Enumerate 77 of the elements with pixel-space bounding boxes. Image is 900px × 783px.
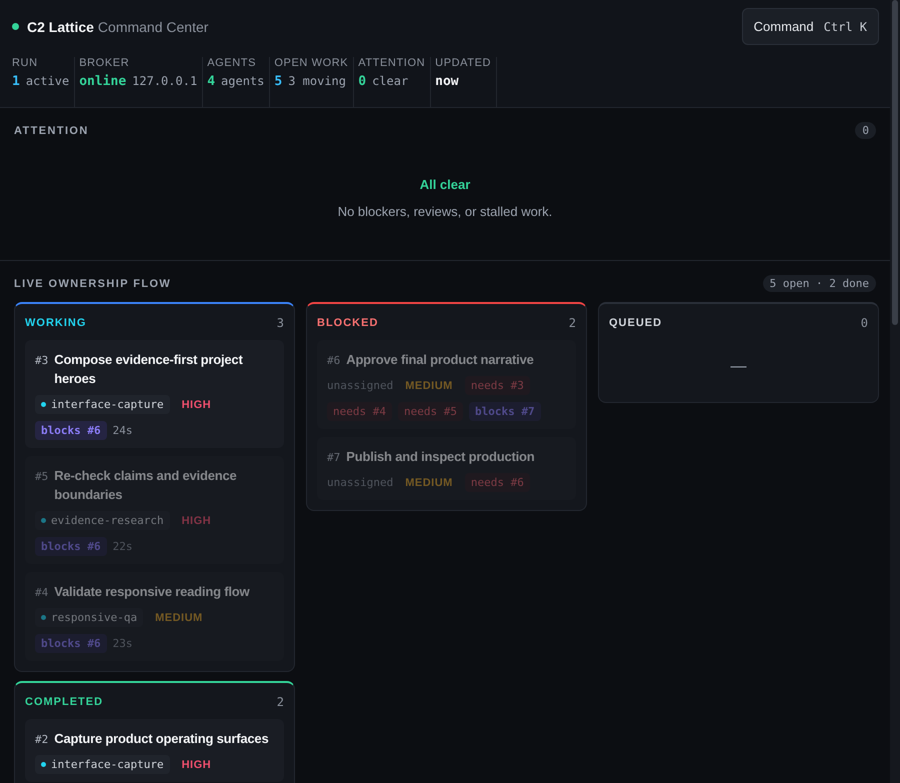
task-title: Approve final product narrative <box>346 351 534 369</box>
empty-title: All clear <box>420 177 470 192</box>
stat-detail: 127.0.0.1 <box>132 74 198 88</box>
command-button[interactable]: Command Ctrl K <box>742 8 879 45</box>
task-title: Publish and inspect production <box>346 448 535 466</box>
dependency-tag: needs #3 <box>464 376 530 395</box>
age-label: 23s <box>112 637 132 650</box>
stat-label: OPEN WORK <box>274 57 348 69</box>
stat-label: RUN <box>12 57 39 69</box>
priority-label: MEDIUM <box>154 610 204 626</box>
scrollbar[interactable] <box>890 0 900 783</box>
dependency-tag: needs #6 <box>464 473 530 492</box>
stat-label: BROKER <box>79 57 130 69</box>
stat-detail: active <box>26 74 70 88</box>
priority-label: MEDIUM <box>404 378 454 394</box>
lane-title: QUEUED <box>609 317 662 329</box>
attention-count: 0 <box>855 122 876 139</box>
lane-title: BLOCKED <box>317 317 378 329</box>
stat-value: 5 <box>274 74 282 89</box>
dependency-tag: blocks #7 <box>468 402 541 421</box>
stat-value: now <box>435 74 459 89</box>
priority-label: MEDIUM <box>404 476 454 490</box>
stat-detail: agents <box>221 74 264 88</box>
section-title: LIVE OWNERSHIP FLOW <box>14 278 172 290</box>
priority-label: HIGH <box>180 514 212 528</box>
stat-value: online <box>79 74 126 89</box>
empty-message: No blockers, reviews, or stalled work. <box>338 204 552 219</box>
agent-status-icon <box>41 615 46 620</box>
dependency-tag: needs #4 <box>327 402 392 421</box>
stat-label: AGENTS <box>207 57 258 69</box>
task-id: #5 <box>35 470 48 483</box>
section-title: ATTENTION <box>14 124 89 136</box>
priority-label: HIGH <box>180 398 212 412</box>
stat-value: 1 <box>12 74 20 89</box>
task-id: #3 <box>35 354 48 367</box>
stat-detail: 3 moving <box>288 74 346 88</box>
task-title: Capture product operating surfaces <box>54 730 268 748</box>
dependency-tag: blocks #6 <box>35 537 107 556</box>
stat-label: ATTENTION <box>358 57 426 69</box>
empty-lane-dash: — <box>730 358 746 376</box>
dependency-tag: blocks #6 <box>35 421 107 440</box>
age-label: 24s <box>112 424 132 437</box>
lane-count: 2 <box>276 695 284 709</box>
lane-count: 2 <box>568 316 576 330</box>
lane-title: WORKING <box>25 317 86 329</box>
lane-title: COMPLETED <box>25 696 104 708</box>
stat-value: 0 <box>358 74 366 89</box>
task-id: #7 <box>327 451 340 464</box>
priority-label: HIGH <box>180 758 212 772</box>
agent-chip: responsive-qa <box>35 608 144 627</box>
agent-status-icon <box>41 762 46 767</box>
stat-label: UPDATED <box>435 57 492 69</box>
task-card[interactable]: #2 Capture product operating surfaces interface-capture HIGH <box>25 719 284 782</box>
lane-count: 3 <box>276 316 284 330</box>
dependency-tag: needs #5 <box>398 402 463 421</box>
agent-chip: interface-capture <box>35 755 170 774</box>
task-id: #6 <box>327 354 340 367</box>
task-id: #4 <box>35 586 48 599</box>
lane-count: 0 <box>860 316 868 330</box>
stat-detail: clear <box>372 74 408 88</box>
assignee-label: unassigned <box>327 379 394 392</box>
dependency-tag: blocks #6 <box>35 634 107 653</box>
task-title: Compose evidence-first project heroes <box>54 351 244 388</box>
task-id: #2 <box>35 733 48 746</box>
task-title: Re-check claims and evidence boundaries <box>54 467 238 504</box>
flow-summary: 5 open · 2 done <box>762 275 876 292</box>
assignee-label: unassigned <box>327 476 394 489</box>
brand-name: C2 Lattice <box>27 18 94 34</box>
agent-chip: interface-capture <box>35 395 170 414</box>
stat-value: 4 <box>207 74 216 89</box>
agent-chip: evidence-research <box>35 511 170 530</box>
agent-status-icon <box>41 518 46 523</box>
task-title: Validate responsive reading flow <box>54 583 250 601</box>
app-subtitle: Command Center <box>98 18 208 34</box>
task-card[interactable]: #3 Compose evidence-first project heroes interface-capture HIGH blocks #6 24s <box>25 340 284 448</box>
agent-status-icon <box>41 402 46 407</box>
age-label: 22s <box>112 540 132 553</box>
